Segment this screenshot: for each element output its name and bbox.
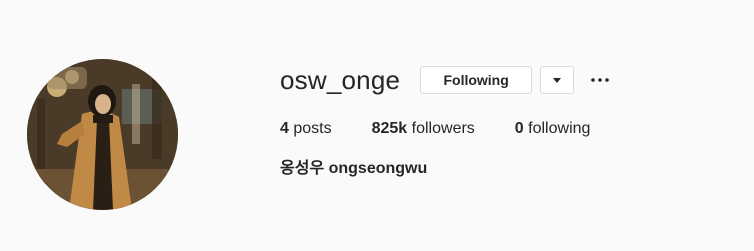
profile-username: osw_onge bbox=[280, 65, 401, 95]
profile-info: osw_onge Following 4 posts 825k follower… bbox=[280, 60, 740, 181]
profile-photo-image bbox=[27, 59, 178, 210]
following-stat[interactable]: 0 following bbox=[515, 117, 591, 141]
profile-avatar[interactable] bbox=[27, 59, 178, 210]
followers-count: 825k bbox=[371, 120, 408, 137]
following-button[interactable]: Following bbox=[420, 66, 533, 94]
caret-down-icon bbox=[553, 77, 562, 83]
followers-stat[interactable]: 825k followers bbox=[372, 117, 475, 141]
following-label: following bbox=[528, 120, 591, 137]
profile-stats: 4 posts 825k followers 0 following bbox=[280, 117, 740, 141]
posts-label: posts bbox=[293, 120, 332, 137]
profile-top-row: osw_onge Following bbox=[280, 60, 740, 100]
more-horizontal-icon bbox=[591, 78, 609, 82]
followers-label: followers bbox=[411, 120, 475, 137]
posts-count: 4 bbox=[280, 120, 289, 137]
suggestions-dropdown-button[interactable] bbox=[540, 66, 575, 94]
following-count: 0 bbox=[514, 120, 524, 137]
options-button[interactable] bbox=[588, 68, 612, 92]
profile-full-name: 옹성우 ongseongwu bbox=[280, 160, 428, 177]
profile-header: osw_onge Following 4 posts 825k follower… bbox=[0, 0, 754, 251]
posts-stat: 4 posts bbox=[280, 117, 332, 141]
